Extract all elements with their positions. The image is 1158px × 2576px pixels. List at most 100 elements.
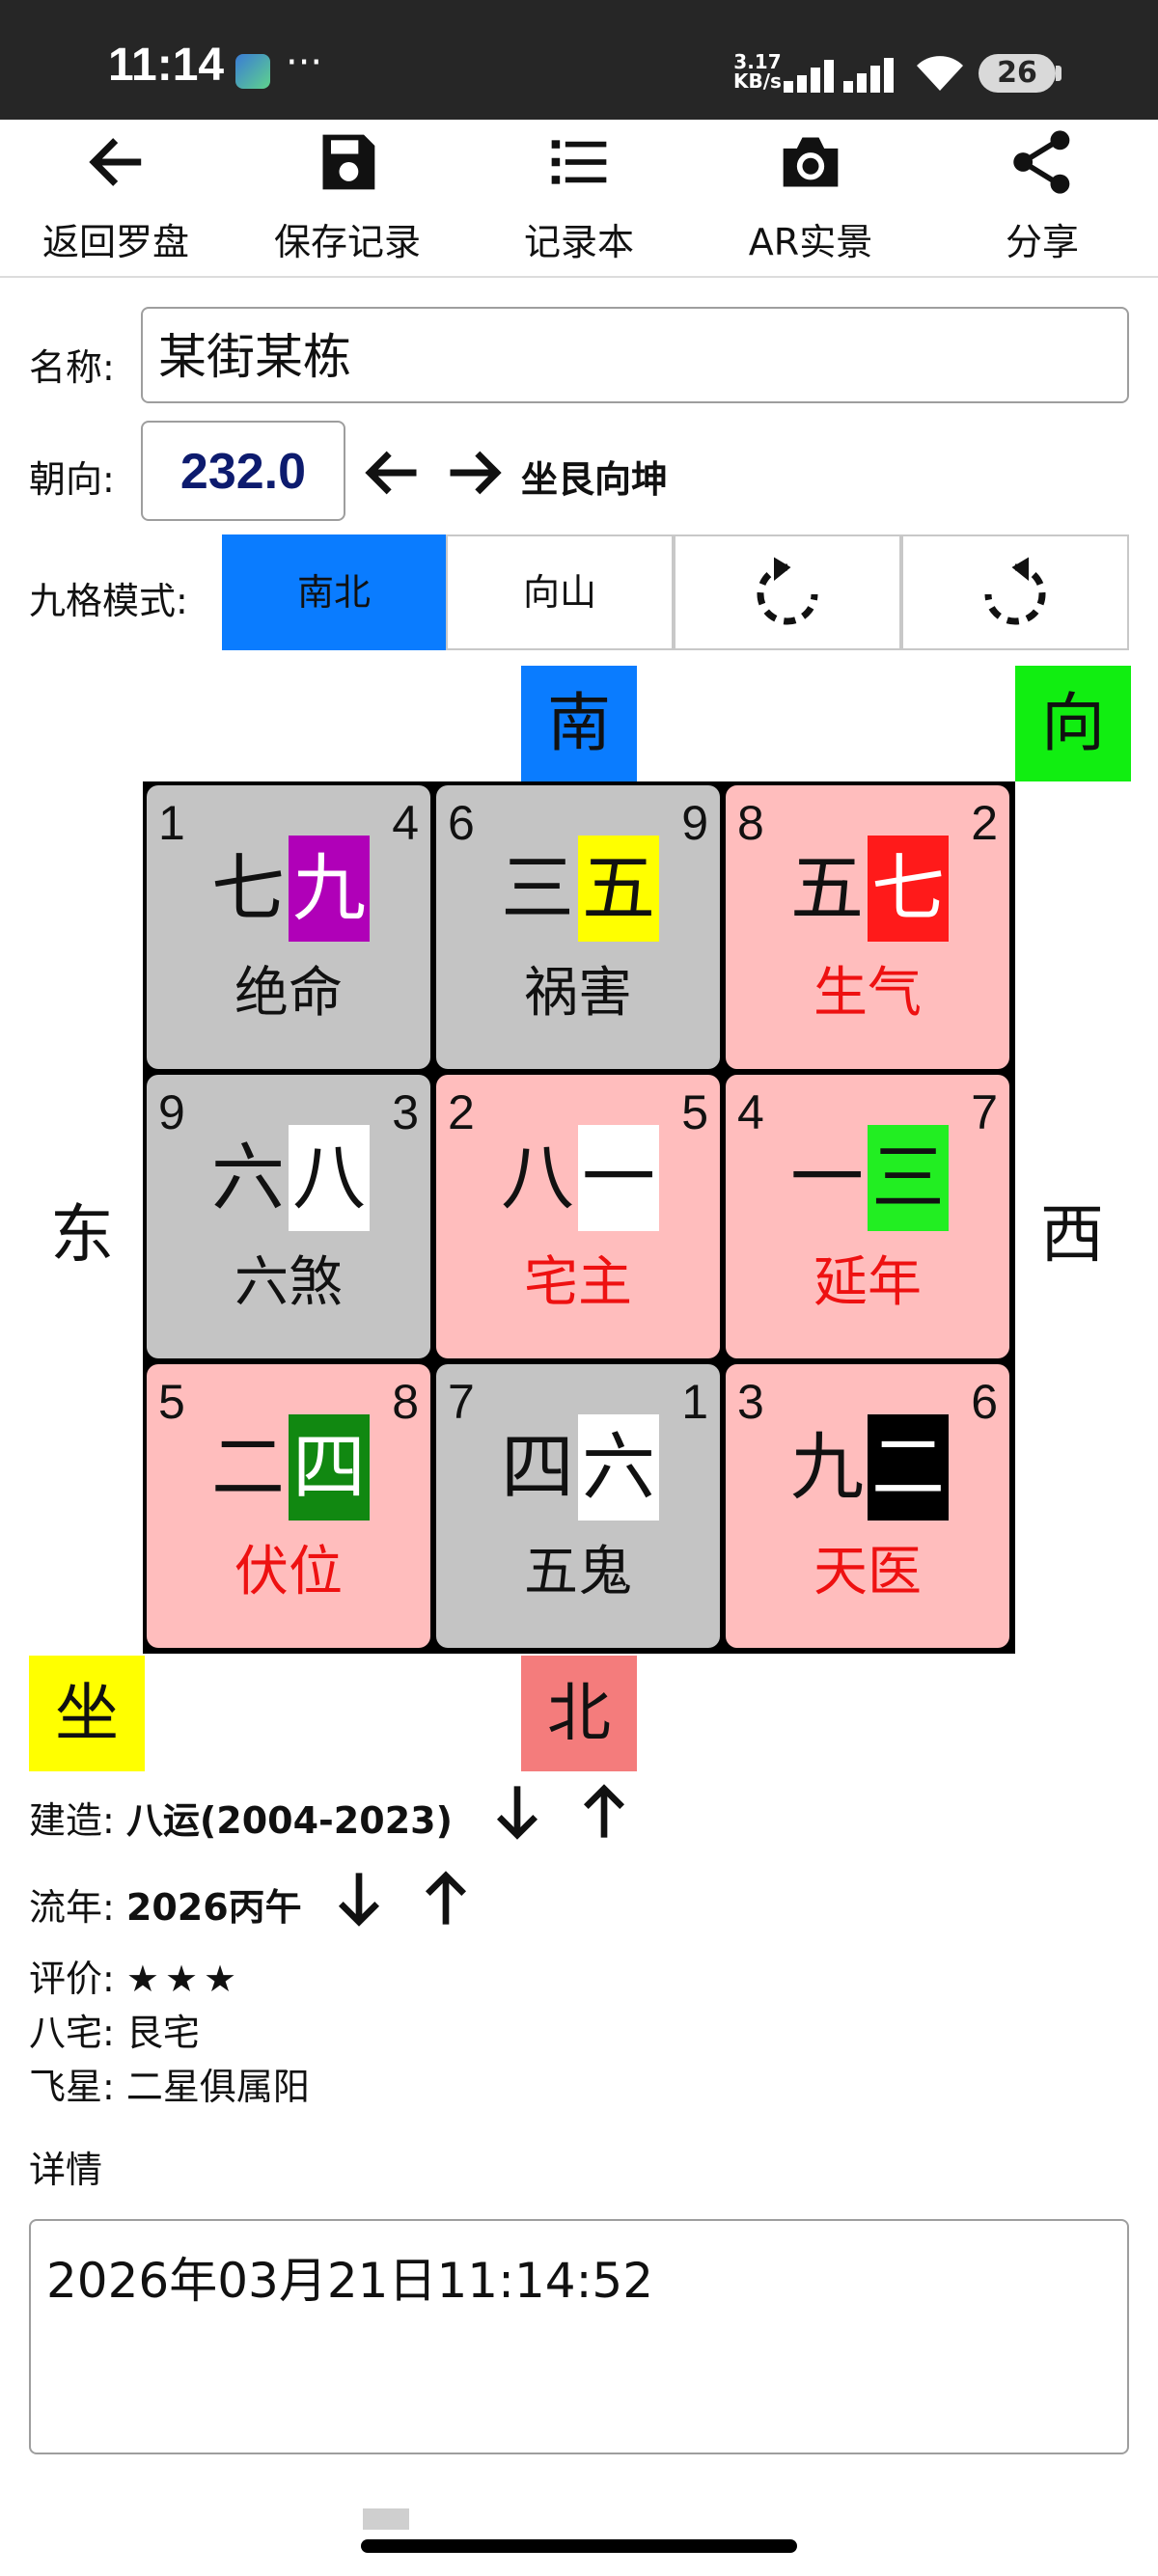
base-star: 五: [790, 845, 864, 931]
rating-row: 评价: ★★★: [29, 1949, 242, 2002]
annual-year-label: 流年:: [29, 1886, 115, 1929]
palace-cell: 1 4 七九绝命: [147, 785, 430, 1069]
network-speed: 3.17 KB/s: [733, 52, 782, 91]
build-period-up-arrow-icon[interactable]: [573, 1781, 635, 1843]
palace-cell: 3 6 九二天医: [726, 1364, 1009, 1648]
wifi-icon: [917, 56, 963, 91]
status-bar: 11:14 ··· 3.17 KB/s 26: [0, 0, 1158, 120]
nav-indicator: [363, 2508, 409, 2530]
palace-cell: 7 1 四六五鬼: [436, 1364, 720, 1648]
base-star: 九: [790, 1424, 864, 1510]
base-star: 二: [211, 1424, 285, 1510]
increase-facing-arrow-icon[interactable]: [442, 440, 508, 506]
share-label: 分享: [1005, 221, 1079, 263]
palace-cell: 2 5 八一宅主: [436, 1075, 720, 1358]
water-star-number: 9: [681, 796, 708, 850]
arrow-left-icon: [89, 138, 142, 186]
water-star-number: 3: [392, 1085, 419, 1139]
grid-mode-label: 九格模式:: [29, 580, 188, 622]
palace-name: 宅主: [524, 1251, 632, 1314]
palace-cell: 4 7 一三延年: [726, 1075, 1009, 1358]
sitting-tag: 坐: [29, 1656, 145, 1771]
facing-tag: 向: [1015, 666, 1131, 781]
app-notification-icon: [235, 54, 270, 89]
east-direction-label: 东: [50, 1197, 114, 1272]
back-to-compass-button[interactable]: 返回罗盘: [0, 120, 232, 276]
network-speed-unit: KB/s: [733, 69, 782, 93]
camera-icon: [783, 137, 839, 187]
palace-name: 绝命: [234, 962, 343, 1025]
bazhai-label: 八宅:: [29, 2012, 115, 2054]
toolbar: 返回罗盘 保存记录 记录本 AR实景 分享: [0, 120, 1158, 278]
annual-year-value: 2026丙午: [125, 1886, 302, 1929]
facing-degree-input[interactable]: 232.0: [141, 421, 345, 521]
rotate-right-icon: [984, 557, 1046, 625]
mode-facing-mountain-button[interactable]: 向山: [446, 534, 674, 650]
record-book-label: 记录本: [523, 221, 634, 263]
share-button[interactable]: 分享: [926, 120, 1158, 276]
save-record-button[interactable]: 保存记录: [232, 120, 463, 276]
annual-star: 三: [868, 1125, 949, 1231]
mountain-star-number: 7: [448, 1375, 475, 1429]
annual-year-down-arrow-icon[interactable]: [328, 1868, 390, 1930]
annual-year-up-arrow-icon[interactable]: [415, 1868, 477, 1930]
annual-star: 六: [578, 1414, 659, 1521]
back-to-compass-label: 返回罗盘: [41, 221, 189, 263]
water-star-number: 2: [971, 796, 998, 850]
rating-label: 评价:: [29, 1958, 115, 2000]
mountain-star-number: 5: [158, 1375, 185, 1429]
palace-name: 五鬼: [524, 1541, 632, 1603]
build-period-value: 八运(2004-2023): [125, 1799, 453, 1842]
rotate-clockwise-button[interactable]: [901, 534, 1129, 650]
palace-name: 六煞: [234, 1251, 343, 1314]
palace-name: 祸害: [524, 962, 632, 1025]
palace-cell: 5 8 二四伏位: [147, 1364, 430, 1648]
ar-view-button[interactable]: AR实景: [695, 120, 926, 276]
base-star: 四: [501, 1424, 574, 1510]
rating-stars: ★★★: [125, 1958, 243, 2000]
mountain-star-number: 1: [158, 796, 185, 850]
mountain-star-number: 3: [737, 1375, 764, 1429]
base-star: 七: [211, 845, 285, 931]
rotate-left-icon: [757, 557, 818, 625]
bazhai-value: 艮宅: [125, 2012, 200, 2054]
decrease-facing-arrow-icon[interactable]: [359, 440, 425, 506]
mountain-star-number: 4: [737, 1085, 764, 1139]
base-star: 三: [501, 845, 574, 931]
base-star: 一: [790, 1135, 864, 1220]
annual-star: 七: [868, 836, 949, 942]
record-book-button[interactable]: 记录本: [463, 120, 695, 276]
base-star: 八: [501, 1135, 574, 1220]
west-direction-label: 西: [1040, 1197, 1104, 1272]
water-star-number: 6: [971, 1375, 998, 1429]
save-icon: [322, 134, 375, 190]
annual-star: 八: [289, 1125, 370, 1231]
build-period-down-arrow-icon[interactable]: [486, 1781, 548, 1843]
flying-star-value: 二星俱属阳: [125, 2066, 310, 2108]
mountain-star-number: 9: [158, 1085, 185, 1139]
gesture-nav-handle[interactable]: [361, 2539, 797, 2553]
annual-year-row: 流年: 2026丙午: [29, 1877, 302, 1931]
water-star-number: 1: [681, 1375, 708, 1429]
palace-name: 伏位: [234, 1541, 343, 1603]
annual-star: 五: [578, 836, 659, 942]
mode-north-south-button[interactable]: 南北: [222, 534, 446, 650]
mountain-star-number: 2: [448, 1085, 475, 1139]
battery-indicator: 26: [979, 54, 1056, 93]
water-star-number: 8: [392, 1375, 419, 1429]
annual-star: 九: [289, 836, 370, 942]
flying-star-label: 飞星:: [29, 2066, 115, 2108]
rotate-counterclockwise-button[interactable]: [674, 534, 901, 650]
palace-cell: 6 9 三五祸害: [436, 785, 720, 1069]
status-time: 11:14: [108, 40, 225, 91]
name-input[interactable]: 某街某栋: [141, 307, 1129, 403]
name-label: 名称:: [29, 346, 115, 389]
ar-view-label: AR实景: [748, 221, 873, 263]
palace-cell: 8 2 五七生气: [726, 785, 1009, 1069]
more-notifications-icon: ···: [286, 41, 323, 85]
palace-cell: 9 3 六八六煞: [147, 1075, 430, 1358]
nine-palace-grid: 1 4 七九绝命 6 9 三五祸害 8 2 五七生气 9 3 六八六煞 2 5 八一宅主 4 7 一三延年 5 8 二四…: [143, 781, 1015, 1654]
water-star-number: 5: [681, 1085, 708, 1139]
details-textarea[interactable]: 2026年03月21日11:14:52: [29, 2219, 1129, 2454]
annual-star: 二: [868, 1414, 949, 1521]
